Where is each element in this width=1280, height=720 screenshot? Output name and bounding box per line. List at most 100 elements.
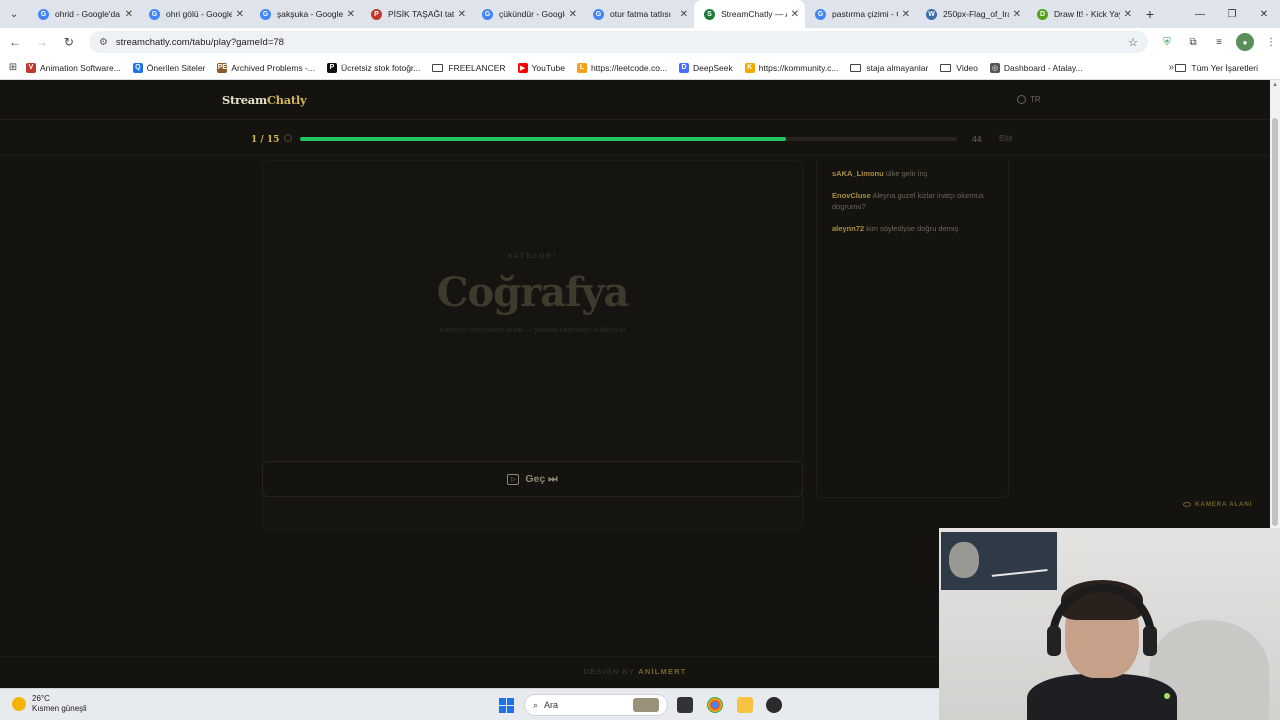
bookmark-item[interactable]: Khttps://kommunity.c... [744, 62, 839, 73]
round-counter: 1 / 15 [251, 135, 280, 145]
bookmark-item[interactable]: Video [940, 63, 978, 73]
media-control-icon[interactable]: ≡ [1210, 33, 1228, 51]
taskbar-search[interactable]: ⌕ Ara [524, 694, 668, 716]
wall-poster-image [941, 532, 1057, 590]
time-remaining: 44 [972, 134, 982, 144]
chat-message: aleynn72 kim söylediyse doğru demiş [832, 223, 993, 234]
chat-username[interactable]: EnovCluse [832, 191, 871, 200]
windows-start-icon[interactable] [499, 698, 514, 713]
tab-close-icon[interactable]: ✕ [347, 9, 355, 20]
bookmark-label: https://kommunity.c... [758, 62, 839, 73]
bookmark-label: Animation Software... [40, 62, 121, 73]
url-input[interactable]: ⚙ streamchatly.com/tabu/play?gameId=78 ☆ [88, 31, 1149, 53]
back-button[interactable]: ← [3, 30, 27, 54]
tab-title: Draw It! - Kick Yayı [1054, 9, 1120, 19]
tab-close-icon[interactable]: ✕ [125, 9, 133, 20]
more-bookmarks-icon[interactable]: » [1168, 62, 1174, 73]
browser-tab[interactable]: Gohri gölü - Google'da ✕ [139, 0, 250, 28]
new-tab-button[interactable]: + [1138, 6, 1162, 22]
tab-close-icon[interactable]: ✕ [1013, 9, 1021, 20]
logo-main: Stream [222, 93, 267, 107]
minimize-icon[interactable]: — [1184, 0, 1216, 28]
browser-tab[interactable]: Gçükündür - Google'da ✕ [472, 0, 583, 28]
folder-icon [1175, 63, 1187, 72]
finish-button[interactable]: Bitir [999, 134, 1013, 143]
browser-tab[interactable]: P PİSİK TAŞAĞI tatlısı ✕ [361, 0, 472, 28]
browser-tab[interactable]: Gohrid - Google'da ✕ [28, 0, 139, 28]
tab-title: otur fatma tatlısı [610, 9, 671, 19]
site-logo[interactable]: StreamChatly [222, 93, 307, 107]
bookmark-star-icon[interactable]: ☆ [1128, 36, 1138, 49]
extensions-icon[interactable]: ⧉ [1184, 33, 1202, 51]
tab-close-icon[interactable]: ✕ [680, 9, 688, 20]
scrollbar-thumb[interactable] [1272, 118, 1278, 526]
language-switch[interactable]: TR [1017, 95, 1041, 104]
tab-close-icon[interactable]: ✕ [791, 9, 799, 20]
search-placeholder: Ara [544, 700, 559, 710]
app-icon[interactable] [766, 697, 782, 713]
bookmark-item[interactable]: D DeepSeek [679, 62, 733, 73]
tab-close-icon[interactable]: ✕ [902, 9, 910, 20]
skip-label: Geç ⏭ [525, 472, 558, 485]
skip-button[interactable]: ▷ Geç ⏭ [262, 461, 803, 497]
bookmark-item[interactable]: V Animation Software... [26, 62, 121, 73]
restore-icon[interactable]: ❐ [1216, 0, 1248, 28]
tab-close-icon[interactable]: ✕ [236, 9, 244, 20]
browser-tab[interactable]: W 250px-Flag_of_Iraq ✕ [916, 0, 1027, 28]
task-view-icon[interactable] [677, 697, 693, 713]
folder-icon [850, 63, 862, 72]
bookmark-favicon-icon: V [26, 62, 36, 73]
logo-accent: Chatly [266, 93, 307, 107]
bookmark-label: Ücretsiz stok fotoğr... [341, 62, 421, 73]
tab-title: PİSİK TAŞAĞI tatlısı [388, 9, 454, 19]
tab-search-button[interactable]: ⌄ [0, 0, 28, 28]
close-window-icon[interactable]: ✕ [1248, 0, 1280, 28]
tab-close-icon[interactable]: ✕ [569, 9, 577, 20]
tab-favicon-icon: G [260, 8, 271, 20]
chat-message: sAKA_Limonu ülke gelir inş [832, 168, 993, 179]
tab-close-icon[interactable]: ✕ [458, 9, 466, 20]
browser-tab[interactable]: Gşakşuka - Google'da ✕ [250, 0, 361, 28]
bookmark-favicon-icon: L [576, 62, 587, 73]
bookmark-item[interactable]: FREELANCER [432, 63, 506, 73]
footer-author[interactable]: ANİLMERT [638, 667, 686, 676]
bookmark-item[interactable]: PE Archived Problems -... [217, 62, 316, 73]
globe-icon [1017, 95, 1026, 104]
bookmark-label: Video [956, 62, 978, 73]
webcam-overlay [939, 528, 1280, 720]
tab-close-icon[interactable]: ✕ [1124, 9, 1132, 20]
bookmark-item[interactable]: Q Önerilen Siteler [132, 62, 205, 73]
chat-username[interactable]: sAKA_Limonu [832, 169, 884, 178]
site-info-icon[interactable]: ⚙ [99, 37, 108, 48]
bookmark-item[interactable]: ▶ YouTube [517, 62, 565, 73]
bookmark-label: Archived Problems -... [231, 62, 316, 73]
bookmark-favicon-icon: ◎ [989, 62, 1000, 73]
reload-button[interactable]: ↻ [57, 30, 81, 54]
bookmark-favicon-icon: K [744, 62, 755, 73]
browser-tab[interactable]: S StreamChatly — Ana ✕ [694, 0, 805, 28]
browser-tab[interactable]: Gpastırma çizimi - G ✕ [805, 0, 916, 28]
browser-tab[interactable]: Gotur fatma tatlısı ✕ [583, 0, 694, 28]
profile-avatar[interactable]: ● [1236, 33, 1255, 51]
forward-button[interactable]: → [30, 30, 54, 54]
all-bookmarks-folder[interactable]: Tüm Yer İşaretleri [1175, 63, 1258, 73]
browser-tab[interactable]: D Draw It! - Kick Yayı ✕ [1027, 0, 1138, 28]
browser-tab-strip: ⌄ Gohrid - Google'da ✕ Gohri gölü - Google… [0, 0, 1280, 28]
tab-favicon-icon: G [815, 8, 826, 20]
chat-username[interactable]: aleynn72 [832, 224, 864, 233]
windows-taskbar: 26°C Kısmen güneşli ⌕ Ara [0, 688, 939, 720]
bookmark-item[interactable]: staja almayanlar [850, 63, 928, 73]
bookmark-label: https://leetcode.co... [590, 62, 668, 73]
eye-icon [1183, 502, 1191, 507]
file-explorer-icon[interactable] [737, 697, 753, 713]
chrome-menu-icon[interactable]: ⋮ [1262, 33, 1280, 51]
apps-grid-icon[interactable]: ⊞ [0, 62, 26, 73]
bookmark-item[interactable]: Lhttps://leetcode.co... [576, 62, 668, 73]
scroll-up-icon[interactable]: ▲ [1272, 82, 1278, 88]
weather-widget[interactable]: 26°C Kısmen güneşli [12, 694, 87, 714]
extension-shield-icon[interactable]: ⛨ [1158, 33, 1176, 51]
chrome-icon[interactable] [707, 697, 723, 713]
bookmark-item[interactable]: ◎ Dashboard - Atalay... [989, 62, 1083, 73]
tab-favicon-icon: G [593, 8, 604, 20]
bookmark-item[interactable]: P Ücretsiz stok fotoğr... [327, 62, 421, 73]
